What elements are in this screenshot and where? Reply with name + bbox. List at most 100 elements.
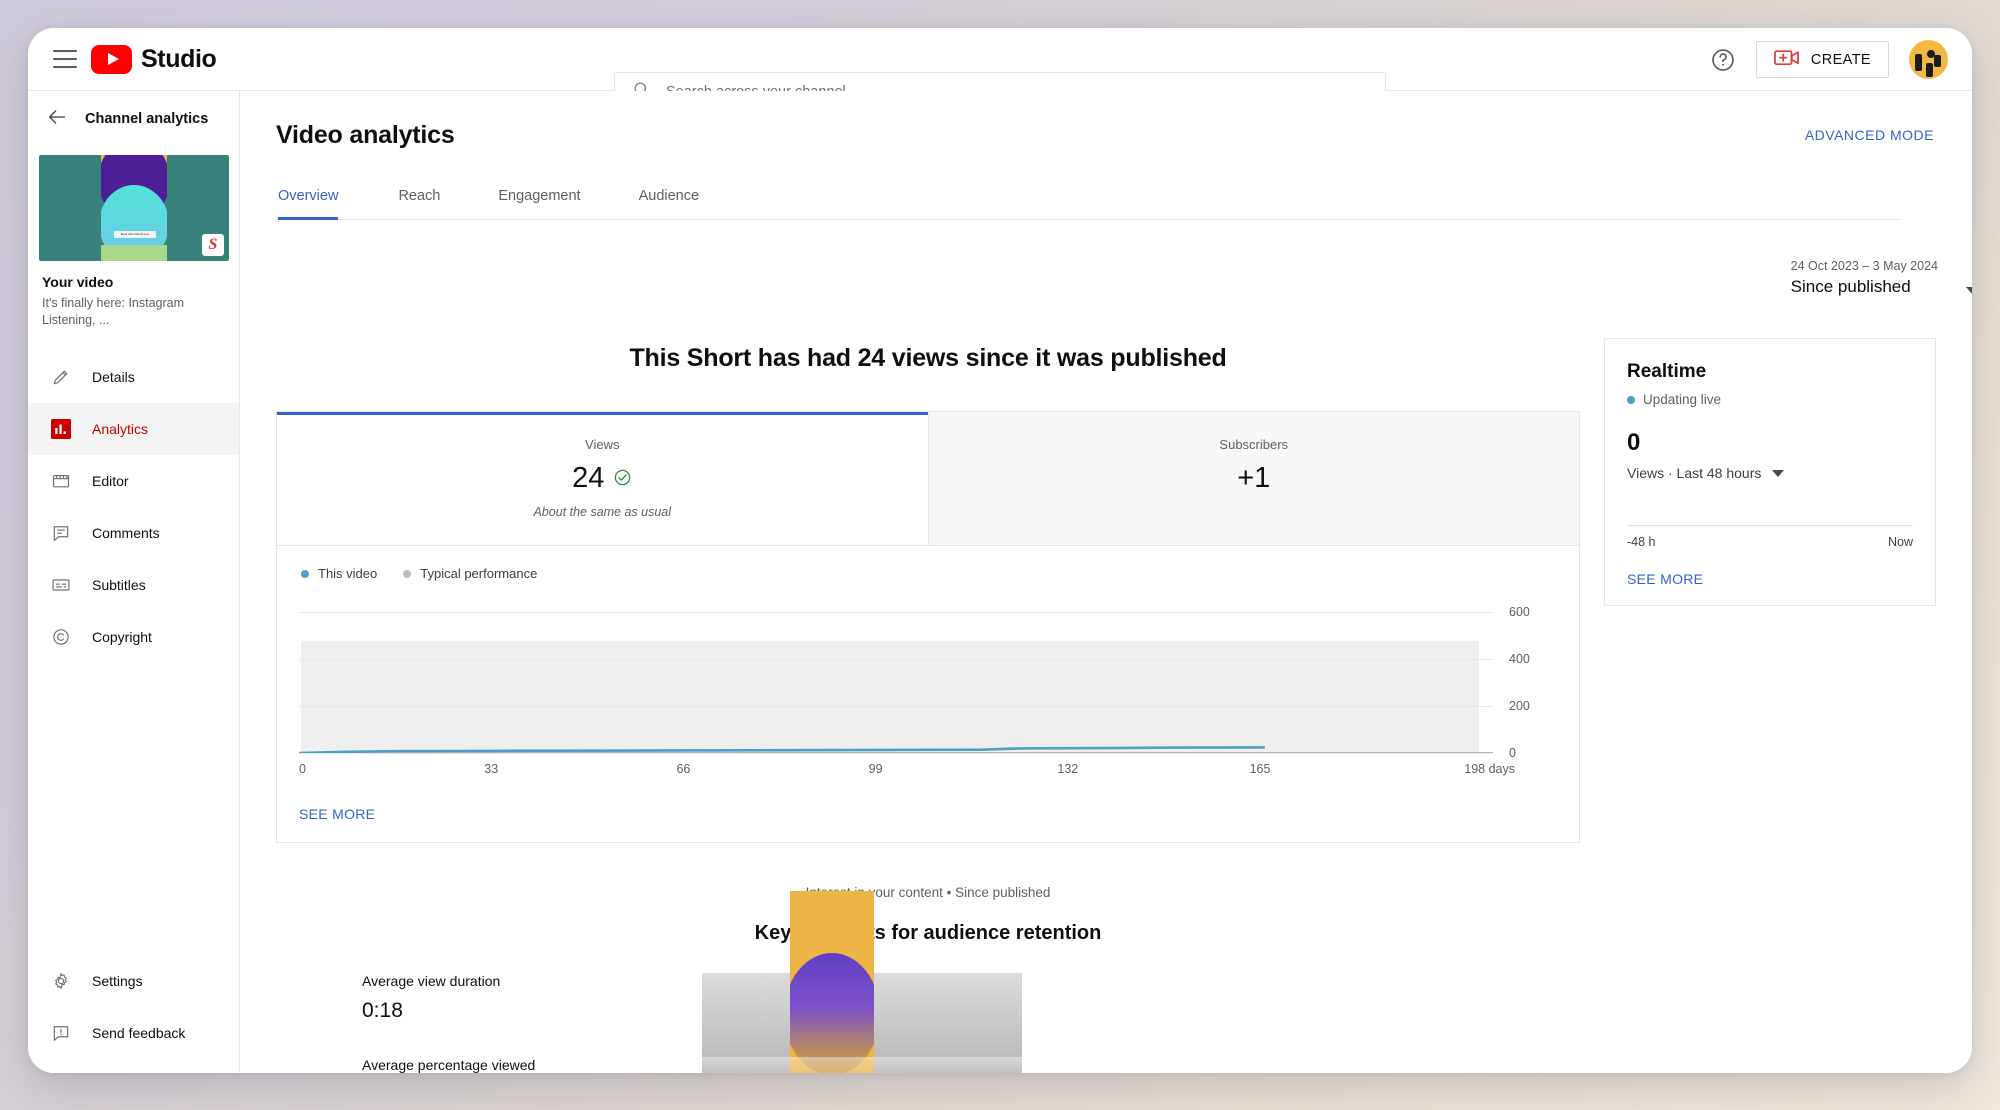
metric-average-percentage-viewed: Average percentage viewed 36.4% bbox=[362, 1057, 662, 1073]
overview-column: This Short has had 24 views since it was… bbox=[240, 326, 1604, 1073]
realtime-see-more-link[interactable]: SEE MORE bbox=[1627, 571, 1913, 587]
sidebar-item-label: Copyright bbox=[92, 628, 152, 645]
date-preset-text: Since published bbox=[1790, 277, 1911, 296]
chart-series-this-video bbox=[299, 603, 1299, 753]
sidebar-item-comments[interactable]: Comments bbox=[28, 507, 239, 559]
sidebar-item-label: Subtitles bbox=[92, 576, 146, 593]
legend-item-this-video[interactable]: This video bbox=[301, 566, 377, 581]
tab-audience[interactable]: Audience bbox=[619, 188, 719, 219]
sidebar-item-copyright[interactable]: Copyright bbox=[28, 611, 239, 663]
video-thumbnail: Book with Awiti-its.com S bbox=[39, 155, 229, 261]
sidebar-back[interactable]: Channel analytics bbox=[28, 91, 239, 147]
player-video-frame bbox=[790, 891, 874, 1073]
sidebar-menu: Details Analytics Editor Comments Subtit… bbox=[28, 351, 239, 663]
account-avatar[interactable] bbox=[1909, 40, 1948, 79]
sidebar-bottom-menu: Settings Send feedback bbox=[28, 955, 239, 1073]
help-circle-icon[interactable] bbox=[1710, 47, 1736, 73]
create-button[interactable]: CREATE bbox=[1755, 41, 1889, 78]
stat-value-wrap: 24 bbox=[277, 462, 928, 495]
chart-x-tick-label: 165 bbox=[1249, 762, 1271, 776]
feedback-icon bbox=[50, 1022, 72, 1044]
realtime-subtitle: Views · Last 48 hours bbox=[1627, 465, 1762, 481]
stat-value: 24 bbox=[572, 462, 605, 494]
sidebar-item-settings[interactable]: Settings bbox=[28, 955, 239, 1007]
body-area: Channel analytics Book with Awiti-its.co… bbox=[28, 91, 1972, 1073]
chart-y-tick-label: 400 bbox=[1509, 652, 1530, 667]
stat-value: +1 bbox=[1237, 462, 1271, 494]
copyright-icon bbox=[50, 626, 72, 648]
sidebar-item-label: Analytics bbox=[92, 420, 149, 437]
sidebar-item-editor[interactable]: Editor bbox=[28, 455, 239, 507]
sidebar-item-send-feedback[interactable]: Send feedback bbox=[28, 1007, 239, 1059]
sidebar-item-subtitles[interactable]: Subtitles bbox=[28, 559, 239, 611]
tab-reach[interactable]: Reach bbox=[378, 188, 460, 219]
video-thumbnail-container[interactable]: Book with Awiti-its.com S bbox=[28, 147, 239, 261]
sidebar-item-label: Settings bbox=[92, 973, 143, 989]
views-line-chart[interactable]: 0 200 400 600 bbox=[299, 603, 1530, 760]
metric-average-view-duration: Average view duration 0:18 bbox=[362, 973, 662, 1023]
shorts-badge-icon: S bbox=[202, 234, 224, 256]
chart-legend: This video Typical performance bbox=[299, 566, 1555, 581]
realtime-live-label: Updating live bbox=[1643, 392, 1722, 407]
chevron-down-icon bbox=[1772, 469, 1785, 477]
chart-y-tick-label: 200 bbox=[1509, 699, 1530, 714]
advanced-mode-link[interactable]: ADVANCED MODE bbox=[1805, 127, 1934, 143]
subtitles-icon bbox=[50, 574, 72, 596]
key-moments-body: Average view duration 0:18 Average perce… bbox=[276, 891, 1580, 1073]
chart-x-tick-label: 99 bbox=[868, 762, 883, 776]
analytics-tabs: Overview Reach Engagement Audience bbox=[276, 188, 1900, 220]
metric-label: Average percentage viewed bbox=[362, 1057, 536, 1073]
chart-see-more-link[interactable]: SEE MORE bbox=[277, 782, 1579, 842]
video-title: Your video bbox=[42, 274, 114, 290]
legend-label: Typical performance bbox=[420, 566, 538, 581]
realtime-sparkline bbox=[1627, 481, 1913, 525]
tab-engagement[interactable]: Engagement bbox=[478, 188, 600, 219]
gear-icon bbox=[50, 970, 72, 992]
create-video-icon bbox=[1774, 48, 1800, 72]
video-meta: Your video It's finally here: Instagram … bbox=[28, 261, 239, 329]
tab-overview[interactable]: Overview bbox=[278, 188, 360, 220]
stat-subscribers[interactable]: Subscribers +1 bbox=[927, 412, 1579, 545]
sidebar-item-label: Comments bbox=[92, 524, 160, 541]
video-player[interactable]: 0:00 / 0:51 bbox=[702, 891, 1022, 1073]
hamburger-icon[interactable] bbox=[53, 50, 77, 68]
player-scrim bbox=[702, 1057, 1022, 1073]
views-chart-area: This video Typical performance 0 200 400… bbox=[277, 545, 1579, 782]
realtime-card: Realtime Updating live 0 Views · Last 48… bbox=[1604, 338, 1936, 606]
key-moments-metrics: Average view duration 0:18 Average perce… bbox=[362, 973, 662, 1073]
key-moments-title: Key moments for audience retention bbox=[754, 922, 1102, 944]
legend-item-typical-performance[interactable]: Typical performance bbox=[403, 566, 537, 581]
chart-x-axis: 0 33 66 99 132 165 198 days bbox=[299, 762, 1515, 782]
chart-x-tick-label: 33 bbox=[484, 762, 499, 776]
chart-y-tick-label: 600 bbox=[1509, 605, 1530, 620]
sidebar-item-analytics[interactable]: Analytics bbox=[28, 402, 239, 455]
realtime-count: 0 bbox=[1627, 429, 1641, 456]
realtime-metric-selector[interactable]: Views · Last 48 hours bbox=[1627, 465, 1913, 481]
stat-label: Views bbox=[585, 437, 620, 452]
realtime-axis-start: -48 h bbox=[1627, 535, 1656, 549]
content-area: This Short has had 24 views since it was… bbox=[240, 326, 1972, 1073]
studio-logo[interactable]: Studio bbox=[91, 44, 217, 74]
comment-icon bbox=[50, 522, 72, 544]
pencil-icon bbox=[50, 366, 72, 388]
film-strip-icon bbox=[50, 470, 72, 492]
date-range-selector[interactable]: 24 Oct 2023 – 3 May 2024 Since published bbox=[1790, 259, 1972, 297]
page-title: Video analytics bbox=[276, 121, 455, 149]
bar-chart-icon bbox=[50, 418, 72, 440]
chart-x-tick-label: 132 bbox=[1057, 762, 1079, 776]
live-dot-icon bbox=[1627, 395, 1635, 404]
legend-label: This video bbox=[318, 566, 378, 581]
interest-caption: Interest in your content • Since publish… bbox=[805, 885, 1051, 900]
stat-views[interactable]: Views 24 About the same as usual bbox=[277, 412, 928, 545]
overview-card: Views 24 About the same as usual Subscri… bbox=[276, 411, 1580, 843]
chart-x-tick-label: 198 days bbox=[1464, 762, 1515, 776]
date-range-text: 24 Oct 2023 – 3 May 2024 bbox=[1790, 259, 1938, 273]
sidebar-item-label: Editor bbox=[92, 472, 129, 489]
metric-label: Average view duration bbox=[362, 973, 501, 989]
browser-window: Studio Search across your channel CREATE… bbox=[28, 28, 1972, 1073]
legend-dot-icon bbox=[403, 569, 412, 578]
top-bar-actions: CREATE bbox=[1710, 28, 1948, 91]
sidebar-item-details[interactable]: Details bbox=[28, 351, 239, 403]
page-header: Video analytics ADVANCED MODE Overview R… bbox=[240, 91, 1972, 220]
chart-gridline bbox=[299, 753, 1493, 754]
